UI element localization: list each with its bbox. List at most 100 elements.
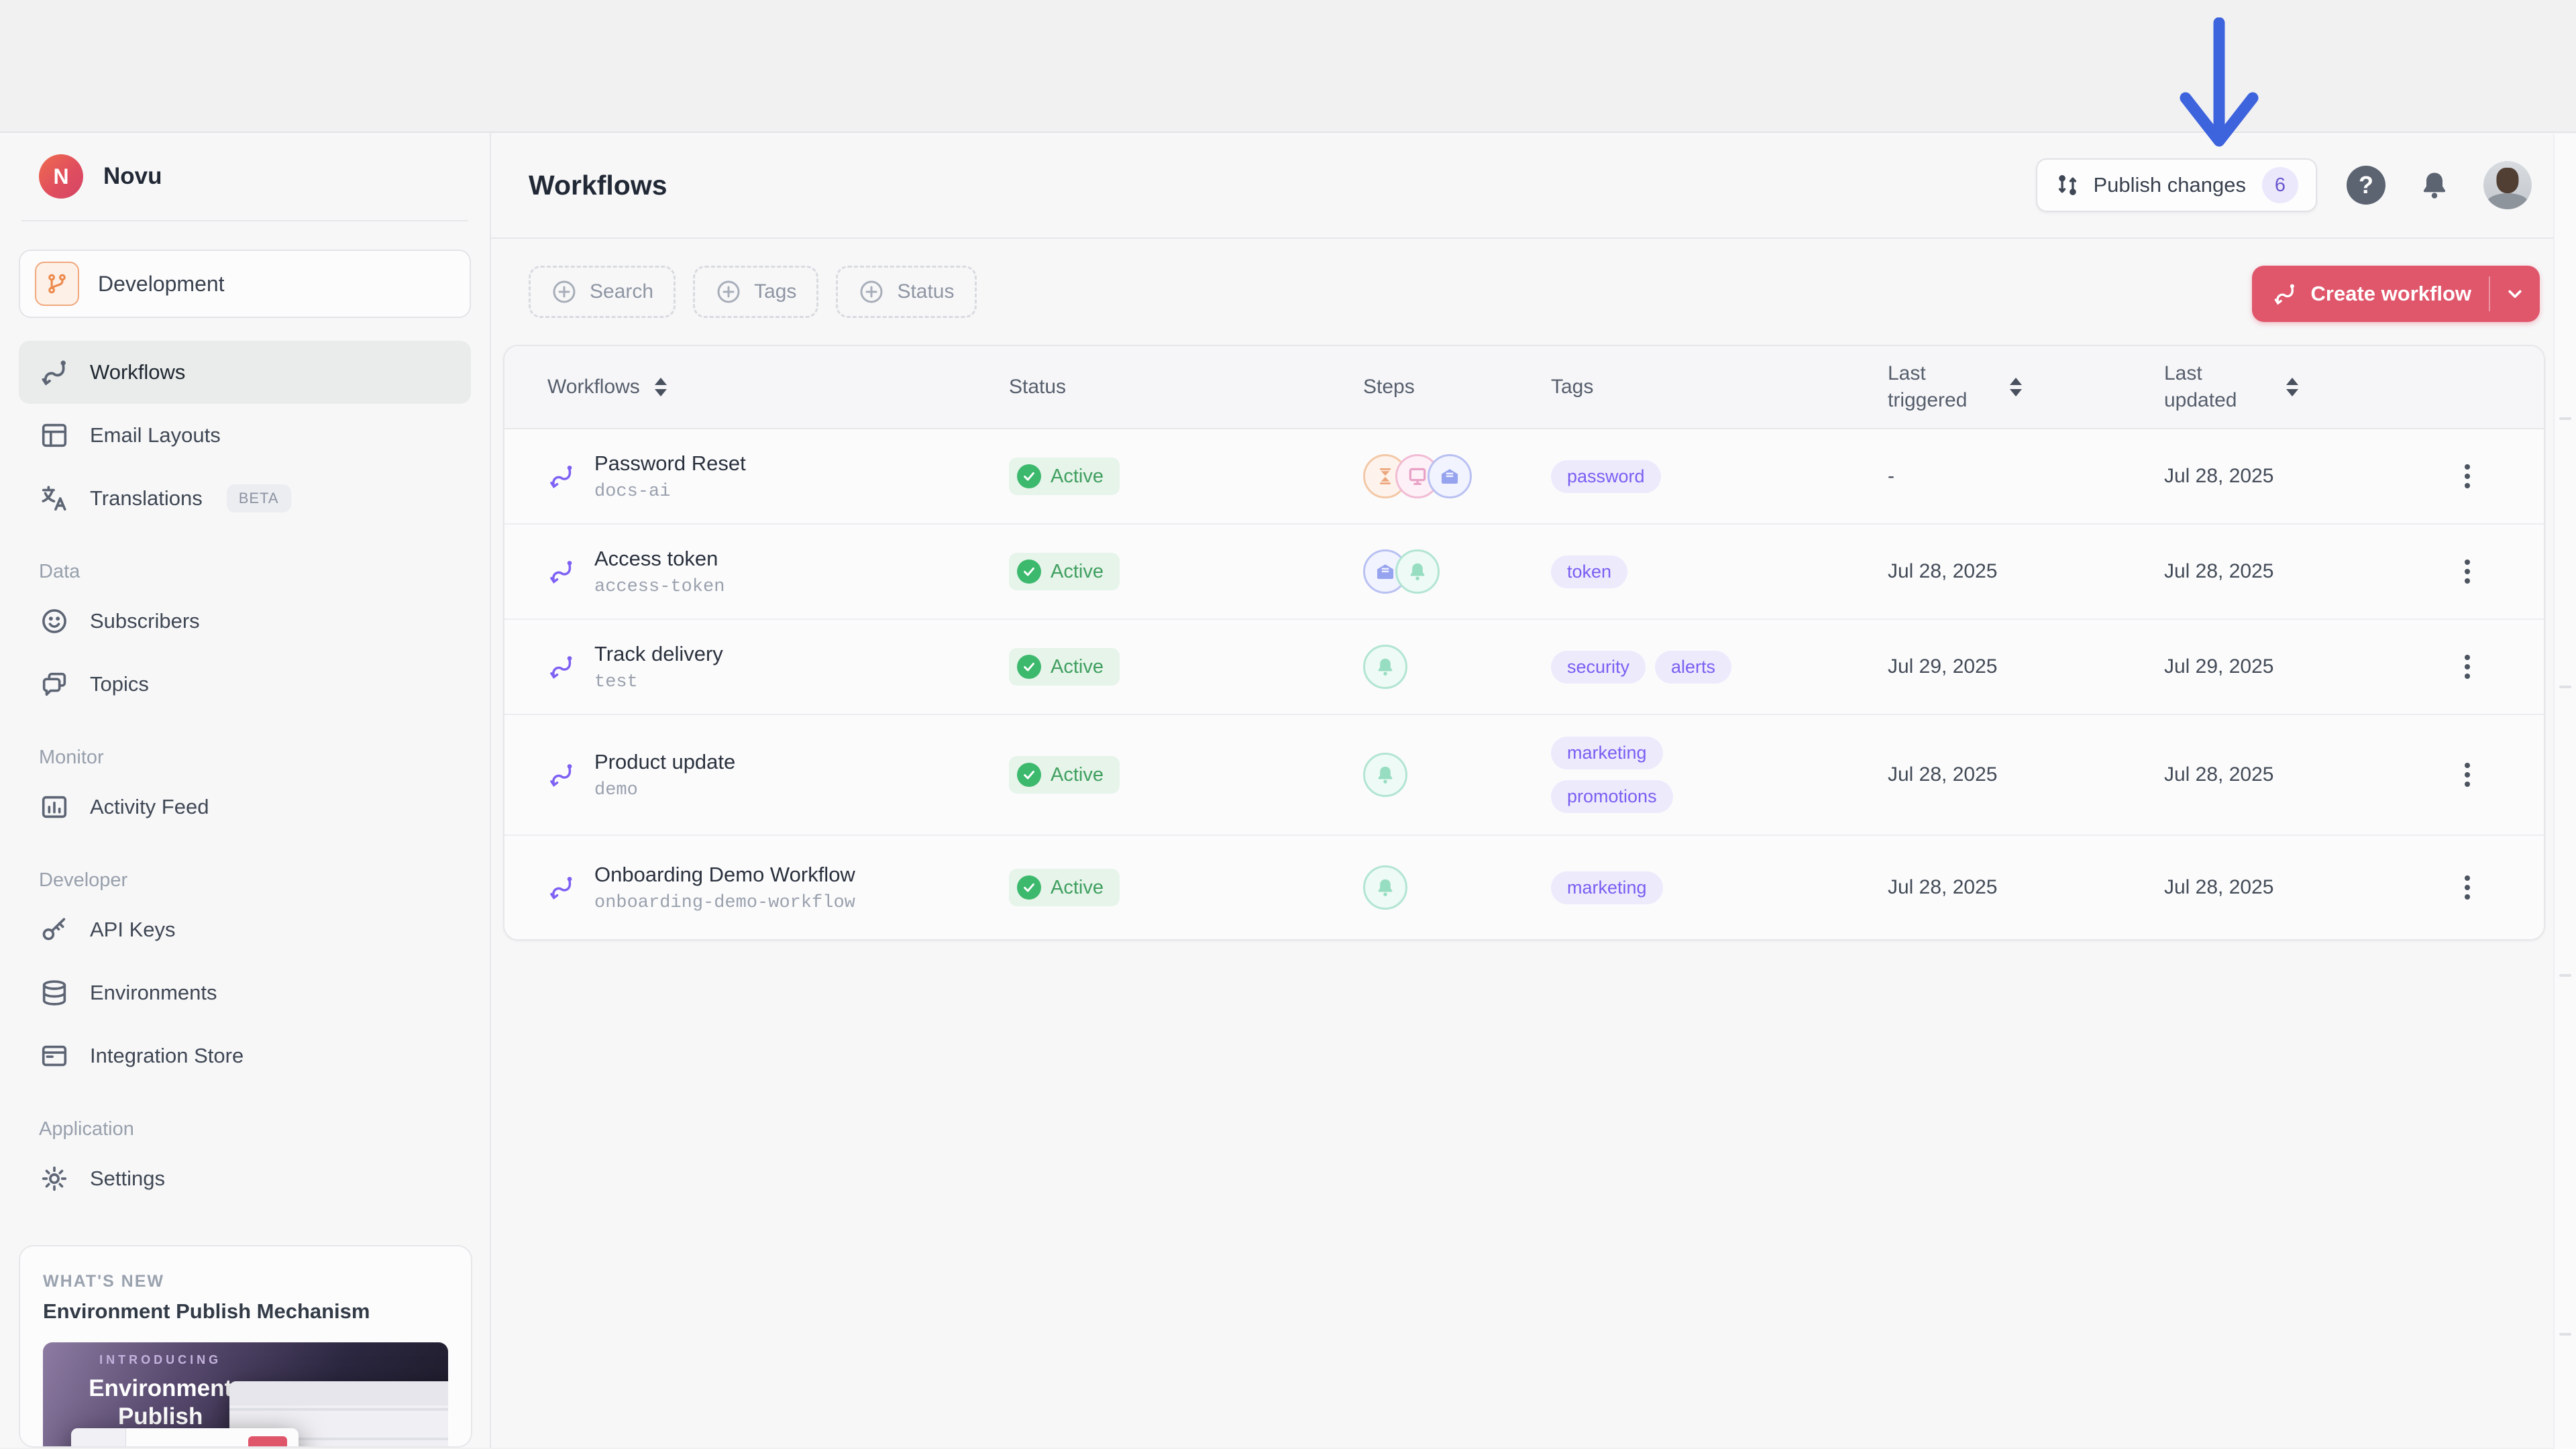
workflow-slug: docs-ai [594, 482, 746, 502]
status-label: Active [1051, 656, 1104, 678]
main-header: Workflows Publish changes 6 ? [491, 133, 2576, 239]
sidebar-item-email-layouts[interactable]: Email Layouts [19, 404, 471, 467]
sidebar-item-settings[interactable]: Settings [19, 1147, 471, 1210]
novu-logo-icon: N [39, 154, 83, 199]
brand-name: Novu [103, 163, 162, 190]
row-menu-button[interactable] [2440, 655, 2470, 679]
tags-cell: password [1551, 460, 1888, 493]
plus-circle-icon [715, 278, 742, 305]
in-app-step-bell-icon [1395, 549, 1440, 594]
table-row[interactable]: Onboarding Demo Workflow onboarding-demo… [504, 836, 2544, 939]
row-menu-button[interactable] [2440, 559, 2470, 584]
table-row[interactable]: Password Reset docs-ai Active [504, 429, 2544, 525]
sort-icon[interactable] [655, 378, 667, 396]
tag-badge: alerts [1655, 651, 1731, 684]
row-menu-button[interactable] [2440, 464, 2470, 488]
environment-selector[interactable]: Development [19, 250, 471, 318]
filter-tags[interactable]: Tags [693, 266, 818, 318]
row-menu-button[interactable] [2440, 875, 2470, 900]
status-badge: Active [1009, 458, 1120, 495]
last-updated: Jul 28, 2025 [2164, 560, 2440, 583]
table-row[interactable]: Product update demo Active marketing pro… [504, 715, 2544, 836]
subscribers-icon [39, 606, 70, 637]
tag-badge: marketing [1551, 737, 1663, 769]
check-circle-icon [1017, 655, 1041, 679]
user-avatar[interactable] [2483, 161, 2532, 209]
create-workflow-main[interactable]: Create workflow [2252, 281, 2489, 307]
last-updated: Jul 29, 2025 [2164, 655, 2440, 678]
sidebar-item-api-keys[interactable]: API Keys [19, 898, 471, 961]
sidebar-item-environments[interactable]: Environments [19, 961, 471, 1024]
status-badge: Active [1009, 756, 1120, 794]
workflow-name-cell: Onboarding Demo Workflow onboarding-demo… [504, 863, 1009, 913]
tag-badge: token [1551, 555, 1627, 588]
steps-cell [1363, 454, 1551, 498]
sidebar-item-topics[interactable]: Topics [19, 653, 471, 716]
tag-badge: security [1551, 651, 1646, 684]
layout-icon [39, 420, 70, 451]
top-strip [0, 0, 2576, 133]
workflow-icon [39, 357, 70, 388]
sidebar-item-activity-feed[interactable]: Activity Feed [19, 775, 471, 839]
status-badge: Active [1009, 869, 1120, 906]
sidebar-item-workflows[interactable]: Workflows [19, 341, 471, 404]
steps-cell [1363, 865, 1551, 910]
section-label-monitor: Monitor [39, 747, 490, 769]
brand-row: N Novu [0, 133, 490, 220]
novu-logo-initial: N [53, 164, 68, 189]
whats-new-promo-image: INTRODUCING Environment Publish Mechanis… [43, 1342, 448, 1448]
workflow-slug: onboarding-demo-workflow [594, 893, 855, 913]
sidebar-item-subscribers[interactable]: Subscribers [19, 590, 471, 653]
column-header-workflows[interactable]: Workflows [504, 376, 1009, 398]
scrollbar-gutter[interactable] [2553, 134, 2576, 1449]
publish-changes-button[interactable]: Publish changes 6 [2036, 158, 2318, 212]
status-badge: Active [1009, 648, 1120, 686]
column-label: Last updated [2164, 360, 2271, 415]
notifications-button[interactable] [2415, 166, 2454, 205]
column-header-last-updated[interactable]: Last updated [2164, 360, 2440, 415]
plus-circle-icon [858, 278, 885, 305]
column-header-status: Status [1009, 376, 1363, 398]
whats-new-card[interactable]: WHAT'S NEW Environment Publish Mechanism… [19, 1245, 472, 1448]
create-workflow-dropdown[interactable] [2490, 266, 2540, 322]
check-circle-icon [1017, 875, 1041, 900]
whats-new-title: Environment Publish Mechanism [43, 1299, 448, 1324]
translate-icon [39, 483, 70, 514]
sidebar-item-integration-store[interactable]: Integration Store [19, 1024, 471, 1087]
in-app-step-bell-icon [1363, 753, 1407, 797]
sort-icon[interactable] [2010, 378, 2022, 396]
workflow-name-cell: Password Reset docs-ai [504, 451, 1009, 502]
tag-badge: password [1551, 460, 1661, 493]
section-label-data: Data [39, 561, 490, 583]
sidebar-item-translations[interactable]: Translations BETA [19, 467, 471, 530]
create-workflow-button[interactable]: Create workflow [2252, 266, 2540, 322]
in-app-step-bell-icon [1363, 645, 1407, 689]
column-header-steps: Steps [1363, 376, 1551, 398]
sidebar-item-label: Settings [90, 1167, 165, 1191]
column-header-last-triggered[interactable]: Last triggered [1888, 360, 2164, 415]
status-label: Active [1051, 764, 1104, 786]
column-label: Tags [1551, 376, 1593, 398]
last-triggered: - [1888, 465, 2164, 488]
sort-icon[interactable] [2286, 378, 2298, 396]
filter-label: Status [897, 280, 954, 303]
activity-chart-icon [39, 792, 70, 822]
sidebar-item-label: API Keys [90, 918, 176, 942]
main-content: Workflows Publish changes 6 ? [491, 133, 2576, 1448]
help-button[interactable]: ? [2347, 166, 2385, 205]
section-label-application: Application [39, 1118, 490, 1140]
last-triggered: Jul 28, 2025 [1888, 560, 2164, 583]
table-row[interactable]: Access token access-token Active token [504, 525, 2544, 620]
workflow-icon [2272, 281, 2298, 307]
filter-status[interactable]: Status [836, 266, 976, 318]
filter-search[interactable]: Search [529, 266, 676, 318]
tags-cell: security alerts [1551, 651, 1888, 684]
filters: Search Tags Status [529, 266, 977, 318]
database-icon [39, 977, 70, 1008]
tags-cell: token [1551, 555, 1888, 588]
workflow-icon [547, 557, 576, 586]
table-row[interactable]: Track delivery test Active security aler… [504, 620, 2544, 715]
sidebar-section-data: Subscribers Topics [0, 590, 490, 716]
sidebar-nav: Workflows Email Layouts Tran [0, 341, 490, 530]
row-menu-button[interactable] [2440, 763, 2470, 787]
